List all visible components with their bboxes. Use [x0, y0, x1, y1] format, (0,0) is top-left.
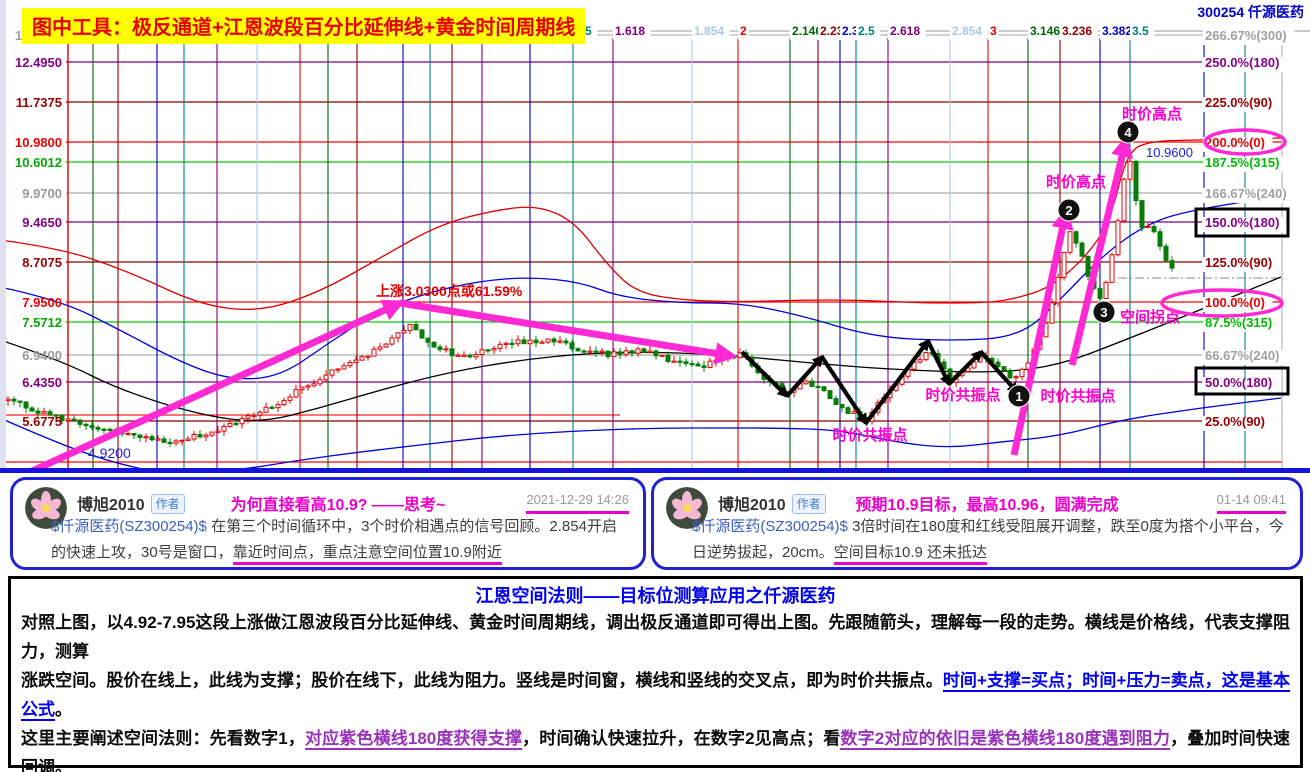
chart-panel: 1.2361.3821.51.6181.85422.1462.2362.3822… [0, 0, 1310, 472]
stock-analysis-page: 1.2361.3821.51.6181.85422.1462.2362.3822… [0, 0, 1310, 772]
gann-rule-article: 江恩空间法则——目标位测算应用之仟源医药 对照上图，以4.92-7.95这段上涨… [8, 576, 1303, 768]
svg-text:上涨3.0300点或61.59%: 上涨3.0300点或61.59% [376, 283, 523, 299]
comment-title: 为何直接看高10.9? ——思考~ [193, 491, 483, 515]
article-line: 对照上图，以4.92-7.95这段上涨做江恩波段百分比延伸线、黄金时间周期线，调… [21, 608, 1290, 666]
article-body: 对照上图，以4.92-7.95这段上涨做江恩波段百分比延伸线、黄金时间周期线，调… [21, 608, 1290, 772]
svg-text:11.7375: 11.7375 [16, 95, 62, 110]
svg-text:7.5712: 7.5712 [22, 315, 62, 330]
comment-card: 博旭2010 作者 为何直接看高10.9? ——思考~ 2021-12-29 14… [10, 477, 646, 570]
svg-text:3.146: 3.146 [1030, 24, 1060, 38]
svg-text:4: 4 [1124, 125, 1132, 140]
svg-text:187.5%(315): 187.5%(315) [1205, 155, 1279, 170]
svg-text:3.5: 3.5 [1132, 24, 1149, 38]
svg-text:8.7075: 8.7075 [22, 255, 62, 270]
comment-card: 博旭2010 作者 预期10.9目标，最高10.96，圆满完成 01-14 09:… [651, 477, 1303, 570]
svg-text:2.146: 2.146 [792, 24, 822, 38]
svg-text:时价共振点: 时价共振点 [832, 426, 907, 444]
svg-text:25.0%(90): 25.0%(90) [1205, 414, 1265, 429]
svg-text:2: 2 [740, 24, 747, 38]
svg-text:125.0%(90): 125.0%(90) [1205, 255, 1272, 270]
highlighted-text: 靠近时间点，重点注意空间位置10.9附近 [233, 544, 502, 565]
svg-text:66.67%(240): 66.67%(240) [1205, 348, 1279, 363]
svg-text:1.854: 1.854 [694, 24, 724, 38]
svg-text:时价高点: 时价高点 [1122, 105, 1182, 123]
svg-text:250.0%(180): 250.0%(180) [1205, 55, 1279, 70]
comment-username[interactable]: 博旭2010 [718, 497, 786, 514]
article-line: 这里主要阐述空间法则：先看数字1，对应紫色横线180度获得支撑，时间确认快速拉升… [21, 724, 1290, 772]
chart-tools-label: 图中工具：极反通道+江恩波段百分比延伸线+黄金时间周期线 [22, 8, 585, 44]
comment-date: 2021-12-29 14:26 [526, 492, 629, 514]
chart-comments-divider [0, 468, 1310, 473]
page-left-strip [0, 0, 6, 472]
stock-ticker-link[interactable]: $仟源医药(SZ300254)$ [51, 518, 211, 535]
article-title: 江恩空间法则——目标位测算应用之仟源医药 [21, 584, 1290, 608]
comment-username[interactable]: 博旭2010 [77, 497, 145, 514]
svg-text:1.618: 1.618 [615, 24, 645, 38]
svg-text:2.5: 2.5 [858, 24, 875, 38]
comment-body: $仟源医药(SZ300254)$ 3倍时间在180度和红线受阻展开调整，跌至0度… [692, 514, 1286, 566]
svg-text:150.0%(180): 150.0%(180) [1205, 215, 1279, 230]
comment-body: $仟源医药(SZ300254)$ 在第三个时间循环中，3个时价相遇点的信号回顾。… [51, 514, 629, 566]
svg-text:4.9200: 4.9200 [88, 445, 131, 461]
stock-ticker-link[interactable]: $仟源医药(SZ300254)$ [692, 518, 852, 535]
svg-text:10.6012: 10.6012 [15, 155, 62, 170]
svg-text:1: 1 [1015, 389, 1022, 404]
gann-chart-canvas[interactable]: 1.2361.3821.51.6181.85422.1462.2362.3822… [0, 0, 1310, 472]
svg-text:9.9700: 9.9700 [22, 186, 62, 201]
comment-date: 01-14 09:41 [1217, 492, 1286, 514]
svg-text:10.9800: 10.9800 [15, 135, 62, 150]
highlighted-text: 空间目标10.9 还未抵达 [834, 544, 987, 565]
svg-text:2.618: 2.618 [890, 24, 920, 38]
svg-text:12.4950: 12.4950 [15, 55, 62, 70]
author-badge: 作者 [792, 494, 826, 514]
svg-text:时价共振点: 时价共振点 [925, 386, 1000, 404]
svg-text:266.67%(300): 266.67%(300) [1205, 28, 1287, 43]
svg-text:2.854: 2.854 [952, 24, 982, 38]
svg-text:7.9500: 7.9500 [22, 295, 62, 310]
svg-text:6.9400: 6.9400 [22, 348, 62, 363]
svg-text:50.0%(180): 50.0%(180) [1205, 375, 1272, 390]
svg-text:3: 3 [990, 24, 997, 38]
svg-text:10.9600: 10.9600 [1146, 145, 1193, 160]
svg-text:时价高点: 时价高点 [1046, 173, 1106, 191]
stock-code-name: 300254 仟源医药 [1197, 2, 1304, 22]
comment-username-row: 博旭2010 作者 [718, 491, 826, 515]
svg-text:166.67%(240): 166.67%(240) [1205, 186, 1287, 201]
svg-text:时价共振点: 时价共振点 [1040, 387, 1115, 405]
svg-text:3: 3 [1100, 305, 1107, 320]
svg-text:5.6775: 5.6775 [22, 414, 62, 429]
author-badge: 作者 [151, 494, 185, 514]
svg-text:3.382: 3.382 [1102, 24, 1132, 38]
svg-text:6.4350: 6.4350 [22, 375, 62, 390]
svg-text:3.236: 3.236 [1062, 24, 1092, 38]
comment-username-row: 博旭2010 作者 [77, 491, 185, 515]
svg-text:100.0%(0): 100.0%(0) [1205, 295, 1265, 310]
svg-text:9.4650: 9.4650 [22, 215, 62, 230]
article-line: 涨跌空间。股价在线上，此线为支撑；股价在线下，此线为阻力。竖线是时间窗，横线和竖… [21, 666, 1290, 724]
svg-text:2: 2 [1065, 203, 1072, 218]
comment-title: 预期10.9目标，最高10.96，圆满完成 [834, 491, 1140, 515]
svg-text:225.0%(90): 225.0%(90) [1205, 95, 1272, 110]
